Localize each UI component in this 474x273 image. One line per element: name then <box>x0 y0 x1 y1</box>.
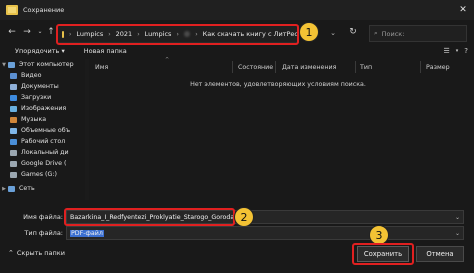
search-placeholder: Поиск: <box>381 29 405 38</box>
sidebar-item-google-drive[interactable]: Google Drive ( <box>0 158 85 169</box>
column-divider[interactable] <box>275 61 276 73</box>
local-disk-icon <box>10 149 17 156</box>
sidebar-item-label: Загрузки <box>21 94 52 101</box>
column-divider[interactable] <box>420 61 421 73</box>
back-arrow-icon[interactable]: ← <box>6 26 18 38</box>
chevron-right-icon[interactable]: ▶ <box>0 186 8 192</box>
sidebar-item-games[interactable]: Games (G:) <box>0 169 85 180</box>
file-list: ^ Имя Состояние Дата изменения Тип Разме… <box>90 57 466 200</box>
filetype-value: PDF-файл <box>70 229 104 237</box>
filetype-select[interactable]: PDF-файл ⌄ <box>66 226 464 240</box>
empty-list-message: Нет элементов, удовлетворяющих условиям … <box>190 81 366 88</box>
sidebar-item-label: Объемные объ <box>21 127 71 134</box>
forward-arrow-icon[interactable]: → <box>21 26 33 38</box>
sidebar-item-documents[interactable]: Документы <box>0 81 85 92</box>
sidebar-item-label: Документы <box>21 83 59 90</box>
downloads-icon <box>10 94 17 101</box>
network-icon <box>8 185 15 192</box>
documents-icon <box>10 83 17 90</box>
save-highlight-box <box>352 243 414 265</box>
address-dropdown-icon[interactable]: ⌄ <box>324 26 342 40</box>
chevron-up-icon: ⌃ <box>8 249 14 257</box>
navigation-pane: ▼ Этот компьютер Видео Документы Загрузк… <box>0 59 85 200</box>
column-header-size[interactable]: Размер <box>426 62 450 72</box>
chevron-down-icon[interactable]: ⌄ <box>455 230 460 237</box>
organize-button[interactable]: Упорядочить ▾ <box>15 47 65 55</box>
view-dropdown-icon[interactable]: ▾ <box>456 48 459 54</box>
column-header-name[interactable]: ^ Имя <box>95 57 169 72</box>
refresh-icon[interactable]: ↻ <box>347 26 359 38</box>
music-icon <box>10 116 17 123</box>
hide-folders-label: Скрыть папки <box>16 249 65 257</box>
hide-folders-toggle[interactable]: ⌃ Скрыть папки <box>8 249 65 257</box>
column-header-label: Состояние <box>238 63 274 71</box>
new-folder-button[interactable]: Новая папка <box>84 47 127 55</box>
sidebar-item-label: Видео <box>21 72 42 79</box>
sidebar-item-label: Локальный ди <box>21 149 69 156</box>
sort-caret-icon: ^ <box>165 57 170 63</box>
sidebar-item-label: Изображения <box>21 105 67 112</box>
pictures-icon <box>10 105 17 112</box>
column-header-type[interactable]: Тип <box>360 62 372 72</box>
address-highlight-box <box>56 24 299 45</box>
column-header-label: Имя <box>95 63 109 71</box>
filetype-label: Тип файла: <box>24 229 63 237</box>
column-header-label: Дата изменения <box>282 63 337 71</box>
google-drive-icon <box>10 160 17 167</box>
help-icon[interactable]: ? <box>464 47 468 55</box>
column-header-label: Тип <box>360 63 373 71</box>
sidebar-item-3d-objects[interactable]: Объемные объ <box>0 125 85 136</box>
folder-icon <box>6 5 18 15</box>
sidebar-item-video[interactable]: Видео <box>0 70 85 81</box>
column-divider[interactable] <box>355 61 356 73</box>
sidebar-scrollbar[interactable] <box>85 59 89 200</box>
column-header-status[interactable]: Состояние <box>238 62 273 72</box>
sidebar-item-label: Этот компьютер <box>19 61 74 68</box>
drive-icon <box>10 171 17 178</box>
step-badge-3: 3 <box>369 225 389 245</box>
sidebar-item-desktop[interactable]: Рабочий стол <box>0 136 85 147</box>
sidebar-item-label: Games (G:) <box>21 171 57 178</box>
column-divider[interactable] <box>232 61 233 73</box>
step-badge-1: 1 <box>299 22 319 42</box>
computer-icon <box>8 61 15 68</box>
save-dialog: Сохранение ✕ ← → ⌄ ↑ › Lumpics › 2021 › … <box>0 0 474 273</box>
sidebar-item-label: Сеть <box>19 185 35 192</box>
search-icon: ⌕ <box>374 29 378 37</box>
sidebar-item-label: Рабочий стол <box>21 138 66 145</box>
sidebar-item-local-disk[interactable]: Локальный ди <box>0 147 85 158</box>
toolbar: Упорядочить ▾ Новая папка ☰ ▾ ? <box>0 44 474 58</box>
view-options-icon[interactable]: ☰ <box>443 47 449 55</box>
sidebar-item-network[interactable]: ▶ Сеть <box>0 183 85 194</box>
sidebar-item-downloads[interactable]: Загрузки <box>0 92 85 103</box>
step-badge-2: 2 <box>234 207 254 227</box>
search-input[interactable]: ⌕ Поиск: <box>369 25 467 42</box>
filename-label: Имя файла: <box>23 213 63 221</box>
sidebar-item-music[interactable]: Музыка <box>0 114 85 125</box>
sidebar-item-this-pc[interactable]: ▼ Этот компьютер <box>0 59 85 70</box>
chevron-down-icon[interactable]: ⌄ <box>455 214 460 221</box>
cancel-button[interactable]: Отмена <box>416 246 464 262</box>
sidebar-item-pictures[interactable]: Изображения <box>0 103 85 114</box>
title-bar: Сохранение ✕ <box>0 0 474 20</box>
video-icon <box>10 72 17 79</box>
window-title: Сохранение <box>23 6 65 14</box>
chevron-down-icon[interactable]: ▼ <box>0 62 8 68</box>
sidebar-item-label: Музыка <box>21 116 47 123</box>
3d-objects-icon <box>10 127 17 134</box>
desktop-icon <box>10 138 17 145</box>
column-header-date[interactable]: Дата изменения <box>282 62 336 72</box>
close-icon[interactable]: ✕ <box>452 0 474 20</box>
filename-highlight-box <box>64 208 235 226</box>
sidebar-item-label: Google Drive ( <box>21 160 67 167</box>
column-header-label: Размер <box>426 63 450 71</box>
